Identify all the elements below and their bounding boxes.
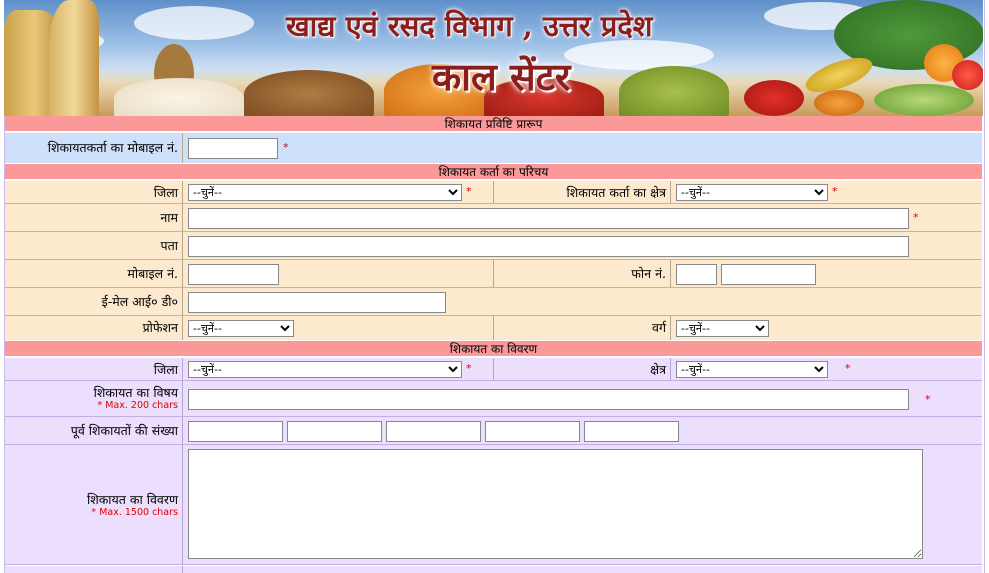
subject-hint: * Max. 200 chars bbox=[97, 400, 178, 411]
complainant-area-label: शिकायत कर्ता का क्षेत्र bbox=[566, 185, 666, 200]
phone-number-input[interactable] bbox=[721, 264, 816, 285]
row-name: नाम * bbox=[5, 204, 982, 232]
header-banner: खाद्य एवं रसद विभाग , उत्तर प्रदेश काल स… bbox=[4, 0, 983, 116]
row-email: ई-मेल आई० डी० bbox=[5, 288, 982, 316]
description-label: शिकायत का विवरण bbox=[86, 492, 178, 507]
previous-complaint-input-2[interactable] bbox=[287, 421, 382, 442]
subject-label-block: शिकायत का विषय * Max. 200 chars bbox=[5, 381, 182, 417]
phone-label: फोन नं. bbox=[631, 266, 666, 281]
mobile-input[interactable] bbox=[188, 264, 279, 285]
row-profession-category: प्रोफेशन --चुनें-- वर्ग --चुनें-- bbox=[5, 316, 982, 340]
category-select[interactable]: --चुनें-- bbox=[676, 320, 769, 337]
category-label: वर्ग bbox=[652, 320, 666, 335]
profession-label: प्रोफेशन bbox=[142, 320, 178, 335]
row-complaint-district-area: जिला --चुनें-- * क्षेत्र --चुनें-- * bbox=[5, 358, 982, 381]
row-subject: शिकायत का विषय * Max. 200 chars * bbox=[5, 381, 982, 417]
banner-subtitle: काल सेंटर bbox=[432, 54, 571, 99]
row-complainant-mobile: शिकायतकर्ता का मोबाइल नं. * bbox=[5, 133, 982, 163]
complaint-area-label: क्षेत्र bbox=[650, 362, 666, 377]
complaint-area-select[interactable]: --चुनें-- bbox=[676, 361, 828, 378]
email-label: ई-मेल आई० डी० bbox=[101, 294, 178, 309]
profession-select[interactable]: --चुनें-- bbox=[188, 320, 294, 337]
subject-input[interactable] bbox=[188, 389, 909, 410]
required-mark: * bbox=[283, 141, 289, 154]
row-address: पता bbox=[5, 232, 982, 260]
required-mark: * bbox=[832, 185, 838, 198]
subject-label: शिकायत का विषय bbox=[93, 385, 178, 400]
row-district-area: जिला --चुनें-- * शिकायत कर्ता का क्षेत्र… bbox=[5, 181, 982, 204]
address-input[interactable] bbox=[188, 236, 909, 257]
banner-title: खाद्य एवं रसद विभाग , उत्तर प्रदेश bbox=[286, 9, 653, 43]
district-label: जिला bbox=[153, 185, 178, 200]
required-mark: * bbox=[925, 393, 931, 406]
previous-count-label: पूर्व शिकायतों की संख्या bbox=[70, 423, 178, 438]
section-header-complaint-details: शिकायत का विवरण bbox=[5, 341, 982, 357]
name-input[interactable] bbox=[188, 208, 909, 229]
section-header-complainant-intro: शिकायत कर्ता का परिचय bbox=[5, 164, 982, 180]
complaint-district-label: जिला bbox=[153, 362, 178, 377]
row-previous-complaints: पूर्व शिकायतों की संख्या bbox=[5, 417, 982, 445]
row-next-partial bbox=[5, 566, 982, 573]
complainant-area-select[interactable]: --चुनें-- bbox=[676, 184, 828, 201]
section-header-entry-form: शिकायत प्रविष्टि प्रारूप bbox=[5, 116, 982, 132]
row-mobile-phone: मोबाइल नं. फोन नं. bbox=[5, 260, 982, 288]
previous-complaint-input-1[interactable] bbox=[188, 421, 283, 442]
required-mark: * bbox=[466, 185, 472, 198]
required-mark: * bbox=[913, 211, 919, 224]
email-input[interactable] bbox=[188, 292, 446, 313]
previous-complaint-input-4[interactable] bbox=[485, 421, 580, 442]
complainant-mobile-input[interactable] bbox=[188, 138, 278, 159]
row-description: शिकायत का विवरण * Max. 1500 chars bbox=[5, 445, 982, 565]
address-label: पता bbox=[160, 238, 178, 253]
complainant-mobile-label: शिकायतकर्ता का मोबाइल नं. bbox=[47, 140, 178, 155]
description-hint: * Max. 1500 chars bbox=[91, 507, 178, 518]
phone-std-code-input[interactable] bbox=[676, 264, 717, 285]
description-label-block: शिकायत का विवरण * Max. 1500 chars bbox=[5, 445, 182, 565]
required-mark: * bbox=[845, 362, 851, 375]
required-mark: * bbox=[466, 362, 472, 375]
previous-complaint-input-5[interactable] bbox=[584, 421, 679, 442]
previous-complaint-input-3[interactable] bbox=[386, 421, 481, 442]
mobile-label: मोबाइल नं. bbox=[127, 266, 178, 281]
complaint-district-select[interactable]: --चुनें-- bbox=[188, 361, 462, 378]
name-label: नाम bbox=[160, 210, 178, 225]
description-textarea[interactable] bbox=[188, 449, 923, 559]
district-select[interactable]: --चुनें-- bbox=[188, 184, 462, 201]
